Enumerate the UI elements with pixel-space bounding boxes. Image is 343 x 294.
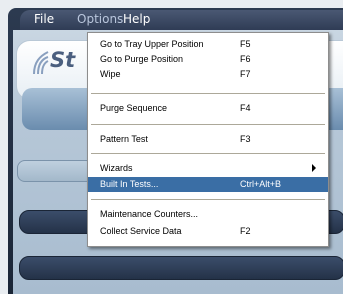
menu-item-go-to-purge-position[interactable]: Go to Purge Position F6 bbox=[88, 52, 328, 67]
menu-item-shortcut: F2 bbox=[240, 226, 251, 236]
menu-item-go-to-tray-upper-position[interactable]: Go to Tray Upper Position F5 bbox=[88, 37, 328, 52]
menu-separator bbox=[91, 199, 325, 201]
menu-item-pattern-test[interactable]: Pattern Test F3 bbox=[88, 132, 328, 147]
menu-item-shortcut: F3 bbox=[240, 134, 251, 144]
menu-item-label: Collect Service Data bbox=[100, 226, 182, 236]
menu-item-label: Purge Sequence bbox=[100, 103, 168, 113]
menu-item-shortcut: F5 bbox=[240, 39, 251, 49]
menu-item-label: Wipe bbox=[100, 69, 121, 79]
menu-item-label: Go to Tray Upper Position bbox=[100, 39, 204, 49]
menu-item-label: Go to Purge Position bbox=[100, 54, 184, 64]
menu-item-collect-service-data[interactable]: Collect Service Data F2 bbox=[88, 224, 328, 239]
menu-item-maintenance-counters[interactable]: Maintenance Counters... bbox=[88, 207, 328, 222]
menu-item-shortcut: F6 bbox=[240, 54, 251, 64]
submenu-arrow-icon bbox=[312, 164, 316, 172]
menu-separator bbox=[91, 93, 325, 95]
menu-item-label: Wizards bbox=[100, 163, 133, 173]
field-bar[interactable] bbox=[19, 256, 343, 280]
app-window: File Options Help St Go to Tray Upper Po… bbox=[0, 0, 343, 294]
menu-item-label: Pattern Test bbox=[100, 134, 148, 144]
menu-file[interactable]: File bbox=[34, 12, 54, 26]
menu-options[interactable]: Options bbox=[77, 12, 123, 26]
side-button[interactable] bbox=[17, 160, 94, 182]
menu-item-built-in-tests[interactable]: Built In Tests... Ctrl+Alt+B bbox=[88, 177, 328, 192]
app-logo-text: St bbox=[50, 48, 76, 72]
logo-swirl-icon bbox=[33, 51, 49, 75]
menu-separator bbox=[91, 124, 325, 126]
menu-separator bbox=[91, 153, 325, 155]
menu-item-shortcut: Ctrl+Alt+B bbox=[240, 179, 282, 189]
menu-item-wipe[interactable]: Wipe F7 bbox=[88, 67, 328, 82]
menu-item-shortcut: F7 bbox=[240, 69, 251, 79]
menu-help[interactable]: Help bbox=[123, 12, 150, 26]
options-dropdown-menu: Go to Tray Upper Position F5 Go to Purge… bbox=[87, 32, 329, 247]
menu-item-wizards[interactable]: Wizards bbox=[88, 161, 328, 176]
menu-item-purge-sequence[interactable]: Purge Sequence F4 bbox=[88, 101, 328, 116]
menu-item-shortcut: F4 bbox=[240, 103, 251, 113]
menu-item-label: Built In Tests... bbox=[100, 179, 159, 189]
menu-item-label: Maintenance Counters... bbox=[100, 209, 199, 219]
menubar bbox=[20, 10, 343, 30]
